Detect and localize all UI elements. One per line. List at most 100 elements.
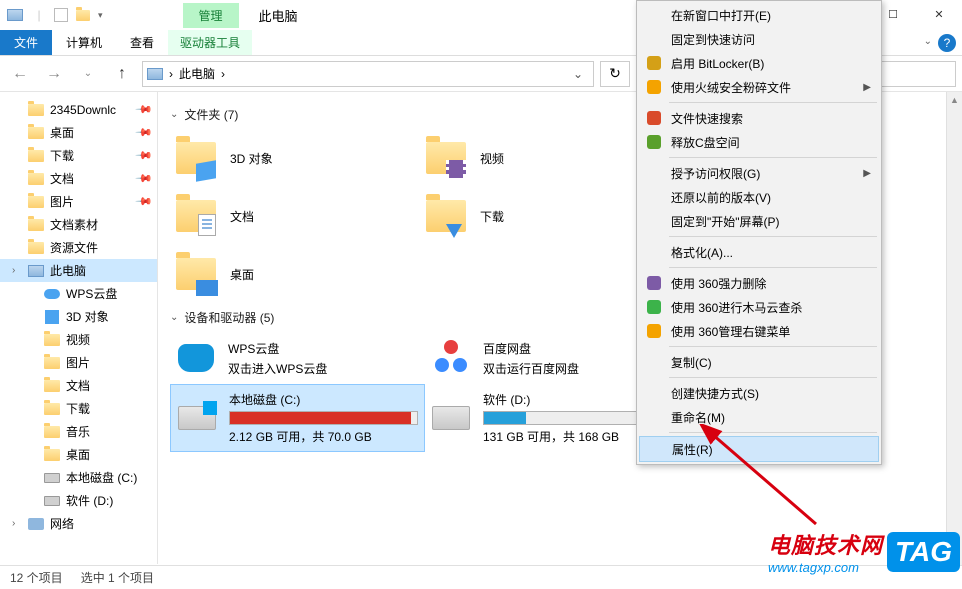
folder-item-label: 桌面: [230, 266, 254, 283]
menu-item-label: 固定到"开始"屏幕(P): [671, 213, 780, 230]
qat-new-folder-icon[interactable]: [74, 6, 92, 24]
sidebar-item[interactable]: 视频: [0, 328, 157, 351]
menu-item[interactable]: 固定到"开始"屏幕(P): [639, 209, 879, 233]
folder-item[interactable]: 下载: [420, 187, 670, 245]
close-button[interactable]: ✕: [916, 0, 962, 28]
vertical-scrollbar[interactable]: ▲ ▼: [946, 92, 962, 565]
folder-item[interactable]: 文档: [170, 187, 420, 245]
menu-item-label: 使用 360进行木马云查杀: [671, 299, 802, 316]
sidebar-item[interactable]: 桌面📌: [0, 121, 157, 144]
menu-separator: [669, 377, 877, 378]
qat-properties-icon[interactable]: [54, 8, 68, 22]
menu-separator: [669, 157, 877, 158]
refresh-button[interactable]: ↻: [600, 61, 630, 87]
scroll-up-icon[interactable]: ▲: [947, 92, 962, 108]
sidebar-item[interactable]: 图片: [0, 351, 157, 374]
sidebar-item-label: 下载: [66, 400, 90, 417]
tab-computer[interactable]: 计算机: [52, 30, 116, 55]
folder-icon: [174, 194, 218, 238]
back-button[interactable]: ←: [6, 60, 34, 88]
menu-item-label: 在新窗口中打开(E): [671, 7, 771, 24]
sidebar-item[interactable]: 文档: [0, 374, 157, 397]
help-icon[interactable]: ?: [938, 34, 956, 52]
sidebar-item[interactable]: 音乐: [0, 420, 157, 443]
sidebar-item[interactable]: 桌面: [0, 443, 157, 466]
folder-item[interactable]: 桌面: [170, 245, 420, 303]
context-menu: 在新窗口中打开(E) 固定到快速访问启用 BitLocker(B)使用火绒安全粉碎…: [636, 0, 882, 465]
sidebar-item-label: 资源文件: [50, 239, 98, 256]
sidebar-item[interactable]: 3D 对象: [0, 305, 157, 328]
recent-locations-icon[interactable]: ⌄: [74, 60, 102, 88]
sidebar-item[interactable]: 软件 (D:): [0, 489, 157, 512]
folder-icon: [28, 125, 44, 141]
folder-icon: [174, 136, 218, 180]
address-dropdown-icon[interactable]: ⌄: [573, 67, 589, 81]
this-pc-icon: [147, 68, 163, 80]
folder-icon: [28, 148, 44, 164]
folder-icon: [44, 355, 60, 371]
menu-item[interactable]: 文件快速搜索: [639, 106, 879, 130]
baidu-icon: [433, 340, 469, 376]
menu-item[interactable]: 还原以前的版本(V): [639, 185, 879, 209]
menu-item-label: 释放C盘空间: [671, 134, 740, 151]
quick-access-toolbar: | ▾: [0, 6, 103, 24]
sidebar-item[interactable]: ›网络: [0, 512, 157, 535]
status-item-count: 12 个项目: [10, 569, 63, 586]
sidebar-item[interactable]: ›此电脑: [0, 259, 157, 282]
sidebar-item[interactable]: WPS云盘: [0, 282, 157, 305]
folder-item[interactable]: 3D 对象: [170, 129, 420, 187]
menu-item[interactable]: 授予访问权限(G)▶: [639, 161, 879, 185]
menu-item[interactable]: 重命名(M): [639, 405, 879, 429]
menu-item[interactable]: 使用火绒安全粉碎文件▶: [639, 75, 879, 99]
folder-icon: [174, 252, 218, 296]
menu-item[interactable]: 固定到快速访问: [639, 27, 879, 51]
qat-customize-icon[interactable]: ▾: [98, 10, 103, 21]
sidebar-item-label: 桌面: [66, 446, 90, 463]
folder-item-label: 下载: [480, 208, 504, 225]
tab-drive-tools[interactable]: 驱动器工具: [168, 30, 252, 55]
expand-icon[interactable]: ›: [12, 518, 15, 529]
tab-file[interactable]: 文件: [0, 30, 52, 55]
menu-item[interactable]: 启用 BitLocker(B): [639, 51, 879, 75]
qat-sep: |: [30, 6, 48, 24]
menu-item[interactable]: 属性(R): [639, 436, 879, 462]
menu-item[interactable]: 使用 360管理右键菜单: [639, 319, 879, 343]
breadcrumb-sep2: ›: [221, 67, 225, 81]
sidebar-item[interactable]: 文档素材: [0, 213, 157, 236]
sidebar-item-label: 视频: [66, 331, 90, 348]
pin-icon: 📌: [135, 192, 154, 211]
tab-view[interactable]: 查看: [116, 30, 168, 55]
up-button[interactable]: ↑: [108, 60, 136, 88]
sidebar-item[interactable]: 本地磁盘 (C:): [0, 466, 157, 489]
app-icon[interactable]: [6, 6, 24, 24]
360menu-icon: [645, 322, 663, 340]
sidebar-item[interactable]: 文档📌: [0, 167, 157, 190]
folder-icon: [28, 171, 44, 187]
sidebar-item-label: 音乐: [66, 423, 90, 440]
folder-item[interactable]: 视频: [420, 129, 670, 187]
wps-icon: [178, 344, 214, 372]
breadcrumb-this-pc[interactable]: 此电脑: [179, 65, 215, 82]
drive-item[interactable]: WPS云盘 双击进入WPS云盘: [170, 332, 425, 384]
address-bar[interactable]: › 此电脑 › ⌄: [142, 61, 594, 87]
folder-item-label: 3D 对象: [230, 150, 273, 167]
menu-item[interactable]: 释放C盘空间: [639, 130, 879, 154]
drive-item[interactable]: 本地磁盘 (C:) 2.12 GB 可用，共 70.0 GB: [170, 384, 425, 452]
forward-button[interactable]: →: [40, 60, 68, 88]
sidebar-item[interactable]: 下载: [0, 397, 157, 420]
menu-item[interactable]: 使用 360强力删除: [639, 271, 879, 295]
menu-item[interactable]: 格式化(A)...: [639, 240, 879, 264]
sidebar-item[interactable]: 资源文件: [0, 236, 157, 259]
sidebar-item[interactable]: 图片📌: [0, 190, 157, 213]
menu-item[interactable]: 在新窗口中打开(E): [639, 3, 879, 27]
sidebar-item[interactable]: 下载📌: [0, 144, 157, 167]
sidebar-item-label: 图片: [66, 354, 90, 371]
sidebar-item[interactable]: 2345Downlc📌: [0, 98, 157, 121]
ribbon-expand-icon[interactable]: ⌄: [924, 36, 932, 47]
expand-icon[interactable]: ›: [12, 265, 15, 276]
drive-item-sub: 双击进入WPS云盘: [228, 360, 419, 377]
menu-item[interactable]: 创建快捷方式(S): [639, 381, 879, 405]
sidebar-item-label: 下载: [50, 147, 74, 164]
menu-item[interactable]: 使用 360进行木马云查杀: [639, 295, 879, 319]
menu-item[interactable]: 复制(C): [639, 350, 879, 374]
